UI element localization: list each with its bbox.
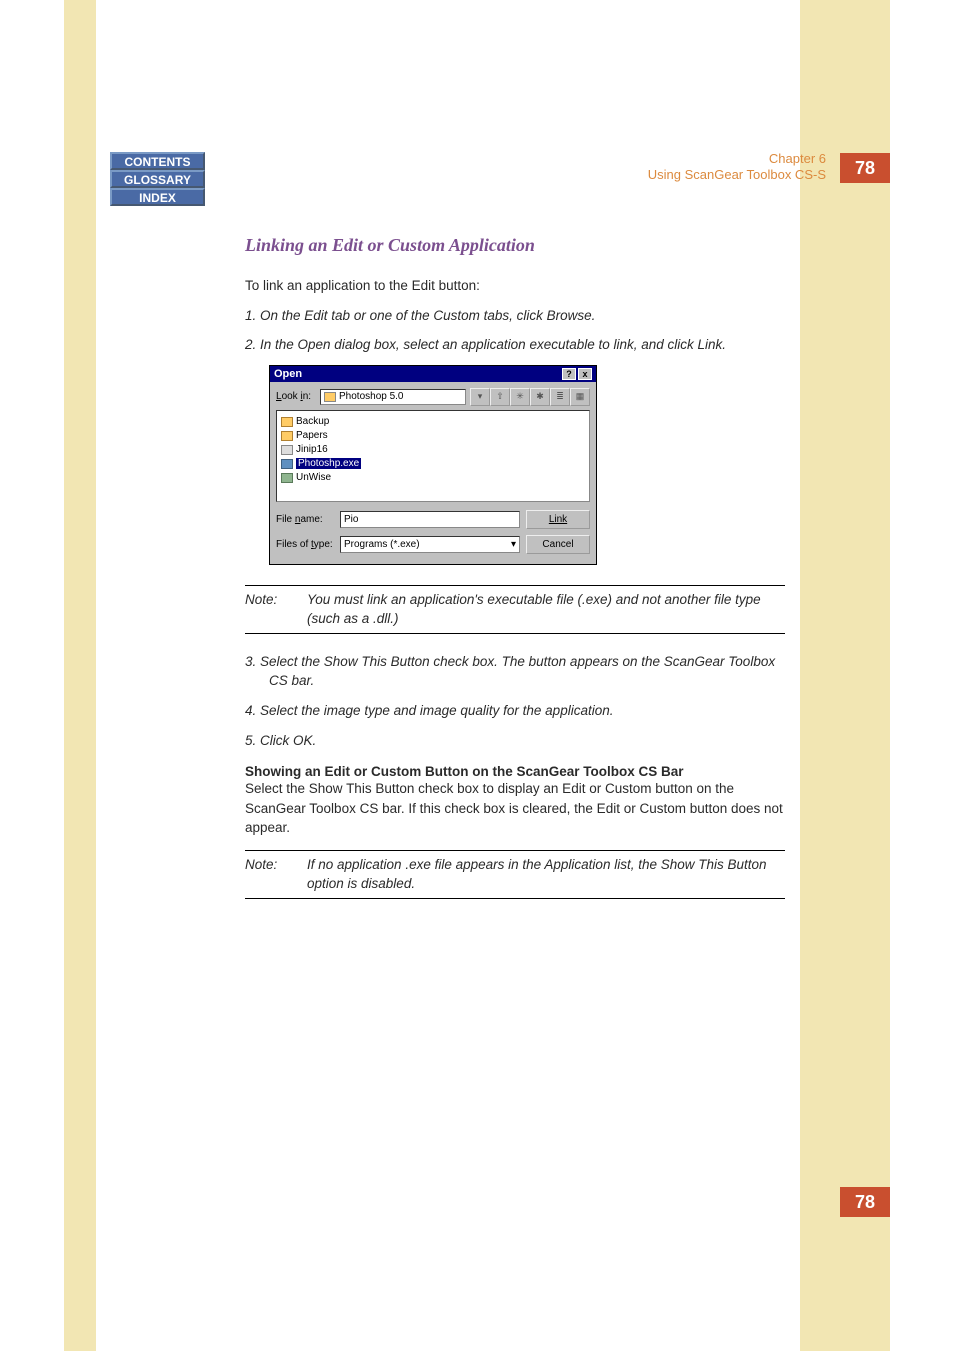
sub-text: Select the Show This Button check box to… [245,779,785,838]
folder-icon [281,417,293,427]
filename-label: File name: [276,514,334,525]
filetype-combo[interactable]: Programs (*.exe)▾ [340,536,520,553]
dialog-titlebar: Open ? x [270,366,596,382]
filename-input[interactable]: Pio [340,511,520,528]
step-3: 3. Select the Show This Button check box… [245,652,785,691]
close-icon[interactable]: x [578,368,592,380]
right-margin-band [800,0,890,1351]
main-content: Linking an Edit or Custom Application To… [245,235,785,917]
sys-file-icon [281,445,293,455]
index-button[interactable]: INDEX [110,188,205,206]
lookin-label: Look in: [276,391,316,402]
cancel-button[interactable]: Cancel [526,535,590,554]
dropdown-icon[interactable]: ▾ [470,388,490,406]
exe-file-icon [281,459,293,469]
section-title: Linking an Edit or Custom Application [245,235,785,256]
lookin-value: Photoshop 5.0 [339,390,404,404]
step-1: 1. On the Edit tab or one of the Custom … [245,306,785,326]
nav-button-group: CONTENTS GLOSSARY INDEX [110,152,210,206]
step-4: 4. Select the image type and image quali… [245,701,785,721]
note-label: Note: [245,590,307,629]
folder-icon [324,392,336,402]
note-text: You must link an application's executabl… [307,590,785,629]
link-button[interactable]: Link [526,510,590,529]
left-margin-band [64,0,96,1351]
open-dialog: Open ? x Look in: Photoshop 5.0 ▾ ⇧ ✳ ✱ … [269,365,597,565]
list-item[interactable]: Papers [281,429,585,443]
chapter-number: Chapter 6 [769,151,826,166]
chapter-header: Chapter 6 Using ScanGear Toolbox CS-S [648,151,826,182]
note-2: Note: If no application .exe file appear… [245,850,785,899]
chapter-title: Using ScanGear Toolbox CS-S [648,167,826,182]
contents-button[interactable]: CONTENTS [110,152,205,170]
dialog-title-text: Open [274,368,302,380]
step-2: 2. In the Open dialog box, select an app… [245,335,785,355]
details-view-icon[interactable]: ▦ [570,388,590,406]
subheading: Showing an Edit or Custom Button on the … [245,764,785,779]
uninstall-icon [281,473,293,483]
glossary-button[interactable]: GLOSSARY [110,170,205,188]
up-folder-icon[interactable]: ⇧ [490,388,510,406]
note-text: If no application .exe file appears in t… [307,855,785,894]
list-item[interactable]: Photoshp.exe [281,457,585,471]
page-number-bottom: 78 [840,1187,890,1217]
file-list[interactable]: Backup Papers Jinip16 Photoshp.exe UnWis… [276,410,590,502]
intro-text: To link an application to the Edit butto… [245,276,785,296]
folder-icon [281,431,293,441]
desktop-icon[interactable]: ✳ [510,388,530,406]
new-folder-icon[interactable]: ✱ [530,388,550,406]
list-view-icon[interactable]: ≣ [550,388,570,406]
list-item[interactable]: UnWise [281,471,585,485]
page-number-top: 78 [840,153,890,183]
selected-file: Photoshp.exe [296,458,361,469]
note-label: Note: [245,855,307,894]
toolbar-icons: ▾ ⇧ ✳ ✱ ≣ ▦ [470,388,590,406]
help-icon[interactable]: ? [562,368,576,380]
list-item[interactable]: Jinip16 [281,443,585,457]
list-item[interactable]: Backup [281,415,585,429]
filetype-label: Files of type: [276,539,334,550]
lookin-combo[interactable]: Photoshop 5.0 [320,389,466,405]
chevron-down-icon[interactable]: ▾ [511,537,516,552]
step-5: 5. Click OK. [245,731,785,751]
note-1: Note: You must link an application's exe… [245,585,785,634]
